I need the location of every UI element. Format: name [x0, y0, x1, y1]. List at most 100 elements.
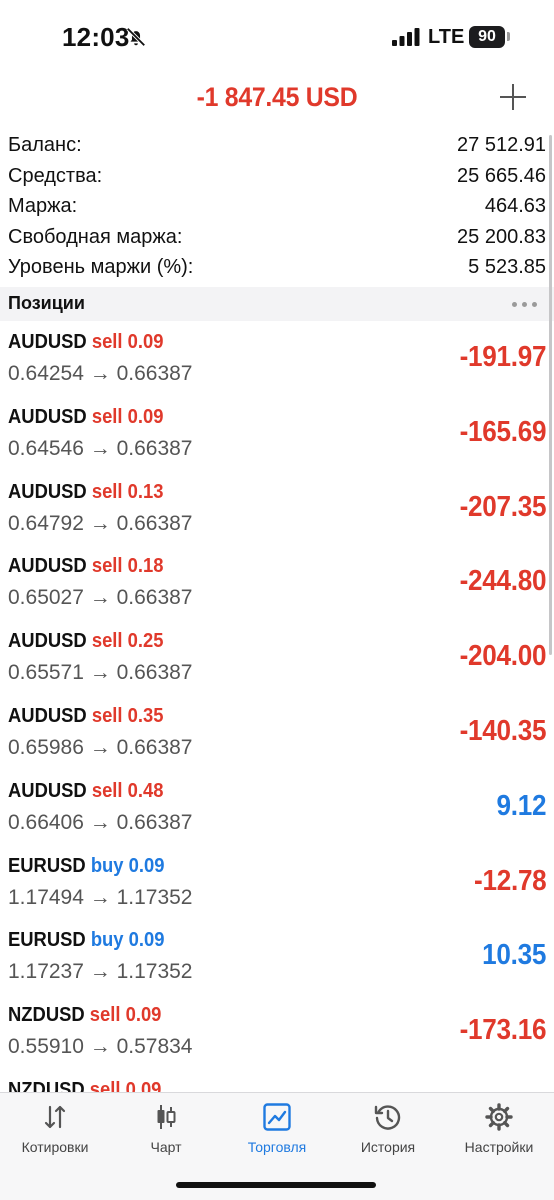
- summary-value: 27 512.91: [457, 134, 546, 156]
- tab-history[interactable]: История: [333, 1103, 443, 1163]
- position-row[interactable]: AUDUSD sell 0.48 0.66406 → 0.66387 9.12: [0, 770, 554, 845]
- position-volume: 0.25: [127, 630, 164, 653]
- position-header: AUDUSD sell 0.18: [8, 555, 163, 578]
- position-volume: 0.35: [127, 704, 164, 727]
- position-volume: 0.09: [128, 854, 165, 877]
- positions-list: AUDUSD sell 0.09 0.64254 → 0.66387 -191.97…: [0, 321, 554, 1144]
- tab-label: Настройки: [464, 1139, 534, 1155]
- trade-icon: [263, 1103, 291, 1131]
- tab-chart[interactable]: Чарт: [111, 1103, 221, 1163]
- position-volume: 0.09: [128, 929, 165, 952]
- tab-label: Торговля: [247, 1139, 307, 1155]
- position-prices: 0.65986 → 0.66387: [8, 735, 193, 759]
- summary-row: Маржа: 464.63: [0, 192, 554, 223]
- settings-icon: [485, 1103, 513, 1131]
- positions-section-header: Позиции: [0, 287, 554, 321]
- position-profit: -204.00: [459, 640, 546, 673]
- chart-icon: [157, 1105, 176, 1129]
- position-symbol: AUDUSD: [8, 480, 87, 503]
- position-row[interactable]: AUDUSD sell 0.35 0.65986 → 0.66387 -140.35: [0, 695, 554, 770]
- position-type: sell: [91, 331, 123, 353]
- summary-row: Свободная маржа: 25 200.83: [0, 223, 554, 254]
- summary-label: Уровень маржи (%):: [8, 256, 194, 278]
- tab-quotes[interactable]: Котировки: [0, 1103, 110, 1163]
- position-header: AUDUSD sell 0.48: [8, 780, 163, 803]
- position-symbol: AUDUSD: [8, 704, 87, 727]
- position-header: AUDUSD sell 0.09: [8, 331, 163, 354]
- position-row[interactable]: EURUSD buy 0.09 1.17237 → 1.17352 10.35: [0, 919, 554, 994]
- summary-label: Баланс:: [8, 134, 82, 156]
- position-type: sell: [91, 704, 123, 727]
- history-icon: [374, 1105, 401, 1130]
- summary-label: Свободная маржа:: [8, 225, 183, 248]
- position-prices: 1.17494 → 1.17352: [8, 885, 193, 909]
- position-volume: 0.09: [125, 1004, 162, 1027]
- position-prices: 0.65571 → 0.66387: [8, 661, 193, 685]
- tab-label: Котировки: [21, 1139, 89, 1155]
- more-dots-icon[interactable]: [512, 302, 538, 308]
- section-title: Позиции: [8, 293, 85, 313]
- position-header: EURUSD buy 0.09: [8, 855, 164, 878]
- position-profit: -140.35: [459, 714, 546, 747]
- tab-trade[interactable]: Торговля: [222, 1103, 332, 1163]
- position-row[interactable]: AUDUSD sell 0.18 0.65027 → 0.66387 -244.80: [0, 545, 554, 620]
- position-prices: 0.65027 → 0.66387: [8, 586, 193, 610]
- position-type: buy: [90, 854, 124, 877]
- floating-profit-total: -1 847.45 USD: [196, 82, 358, 112]
- position-row[interactable]: AUDUSD sell 0.25 0.65571 → 0.66387 -204.00: [0, 620, 554, 695]
- position-symbol: EURUSD: [8, 854, 86, 877]
- position-symbol: AUDUSD: [8, 331, 87, 353]
- position-header: NZDUSD sell 0.09: [8, 1004, 161, 1027]
- bell-off-icon: [126, 27, 146, 47]
- position-volume: 0.18: [127, 555, 164, 578]
- position-header: EURUSD buy 0.09: [8, 929, 164, 952]
- summary-label: Маржа:: [8, 195, 78, 217]
- position-prices: 0.64254 → 0.66387: [8, 362, 193, 385]
- position-symbol: NZDUSD: [8, 1004, 85, 1027]
- position-header: AUDUSD sell 0.35: [8, 705, 163, 728]
- position-type: sell: [91, 630, 123, 653]
- summary-row: Баланс: 27 512.91: [0, 131, 554, 162]
- position-volume: 0.09: [127, 405, 164, 428]
- summary-row: Уровень маржи (%): 5 523.85: [0, 253, 554, 284]
- home-indicator[interactable]: [176, 1182, 376, 1188]
- position-prices: 0.55910 → 0.57834: [8, 1035, 193, 1059]
- position-symbol: AUDUSD: [8, 555, 87, 578]
- position-prices: 0.64546 → 0.66387: [8, 436, 193, 460]
- position-row[interactable]: AUDUSD sell 0.09 0.64254 → 0.66387 -191.97: [0, 321, 554, 396]
- position-profit: -173.16: [459, 1014, 546, 1047]
- position-row[interactable]: AUDUSD sell 0.13 0.64792 → 0.66387 -207.35: [0, 471, 554, 546]
- position-profit: -207.35: [459, 490, 546, 523]
- battery-icon: 90: [469, 26, 505, 48]
- position-volume: 0.48: [127, 779, 164, 802]
- battery-level: 90: [478, 28, 496, 45]
- summary-label: Средства:: [8, 164, 103, 187]
- plus-icon[interactable]: [500, 84, 526, 110]
- position-header: AUDUSD sell 0.13: [8, 481, 163, 504]
- summary-row: Средства: 25 665.46: [0, 162, 554, 193]
- position-prices: 1.17237 → 1.17352: [8, 960, 193, 984]
- position-profit: -165.69: [459, 415, 546, 448]
- summary-value: 25 200.83: [457, 225, 546, 248]
- position-header: AUDUSD sell 0.09: [8, 406, 163, 429]
- position-symbol: EURUSD: [8, 929, 86, 952]
- position-prices: 0.64792 → 0.66387: [8, 511, 193, 535]
- position-row[interactable]: NZDUSD sell 0.09 0.55910 → 0.57834 -173.16: [0, 994, 554, 1069]
- position-type: sell: [91, 779, 123, 802]
- tab-settings[interactable]: Настройки: [444, 1103, 554, 1163]
- position-profit: 9.12: [496, 789, 546, 822]
- position-header: AUDUSD sell 0.25: [8, 630, 163, 653]
- position-type: sell: [91, 405, 123, 428]
- position-row[interactable]: AUDUSD sell 0.09 0.64546 → 0.66387 -165.69: [0, 396, 554, 471]
- position-volume: 0.09: [127, 331, 164, 353]
- header: -1 847.45 USD: [0, 78, 554, 122]
- summary-value: 5 523.85: [468, 256, 546, 278]
- position-type: buy: [90, 929, 124, 952]
- network-type: LTE: [428, 26, 465, 48]
- position-profit: -244.80: [459, 565, 546, 598]
- tab-label: История: [360, 1139, 416, 1155]
- position-profit: 10.35: [482, 939, 546, 972]
- scrollbar[interactable]: [549, 135, 552, 655]
- tab-label: Чарт: [150, 1139, 182, 1155]
- position-row[interactable]: EURUSD buy 0.09 1.17494 → 1.17352 -12.78: [0, 845, 554, 920]
